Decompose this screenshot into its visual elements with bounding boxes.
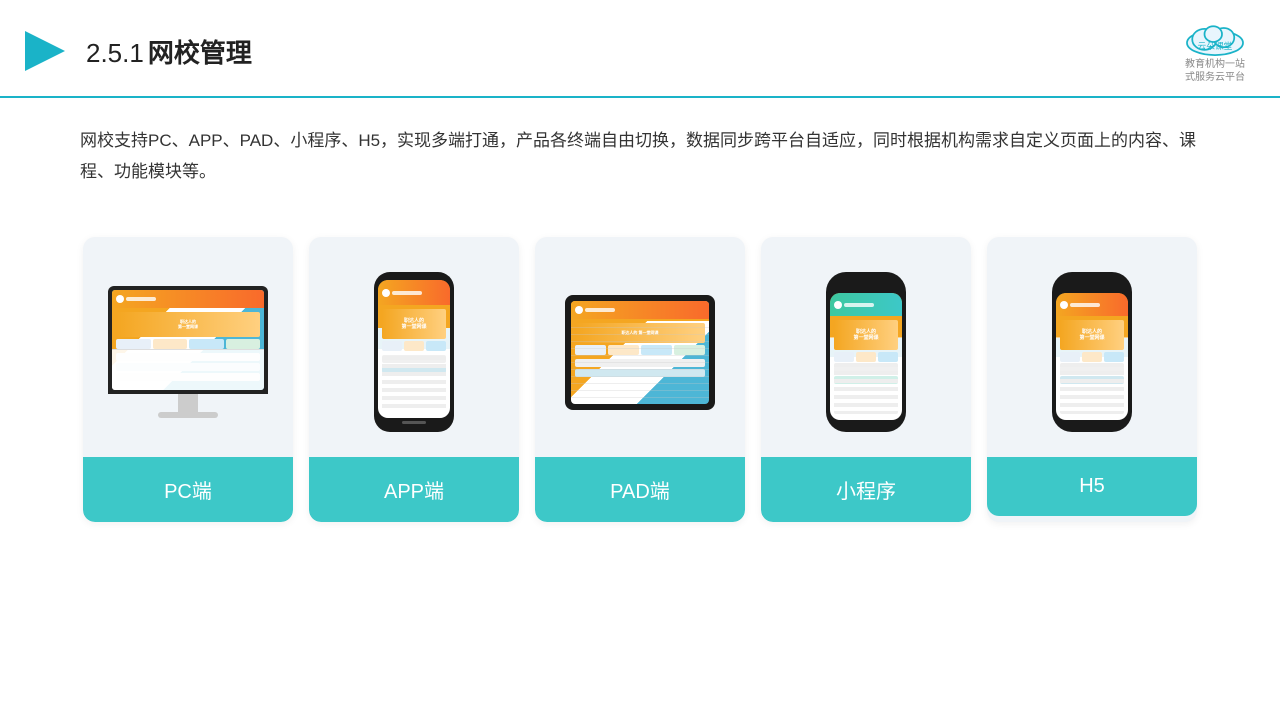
brand-logo: 云朵课堂 教育机构一站 式服务云平台: [1180, 18, 1250, 84]
page-title: 2.5.1网校管理: [86, 33, 252, 70]
header-left: 2.5.1网校管理: [20, 26, 252, 76]
logo-icon: [20, 26, 70, 76]
card-app-label: APP端: [309, 457, 519, 522]
card-h5-image: 职达人的第一堂网课: [987, 237, 1197, 457]
h5-phone-icon: 职达人的第一堂网课: [1052, 272, 1132, 432]
pc-monitor-icon: 职达人的第一堂网课: [108, 286, 268, 418]
card-miniapp-image: 职达人的第一堂网课: [761, 237, 971, 457]
card-h5: 职达人的第一堂网课: [987, 237, 1197, 522]
card-pad-label: PAD端: [535, 457, 745, 522]
card-app: 职达人的第一堂网课: [309, 237, 519, 522]
cloud-icon: 云朵课堂: [1180, 18, 1250, 58]
app-phone-icon: 职达人的第一堂网课: [374, 272, 454, 432]
description: 网校支持PC、APP、PAD、小程序、H5，实现多端打通，产品各终端自由切换，数…: [0, 98, 1280, 197]
card-h5-label: H5: [987, 457, 1197, 516]
card-pc: 职达人的第一堂网课: [83, 237, 293, 522]
description-text: 网校支持PC、APP、PAD、小程序、H5，实现多端打通，产品各终端自由切换，数…: [80, 126, 1200, 187]
cards-container: 职达人的第一堂网课: [0, 207, 1280, 542]
header: 2.5.1网校管理 云朵课堂 教育机构一站 式服务云平台: [0, 0, 1280, 98]
pad-tablet-icon: 职达人的 第一堂网课: [565, 295, 715, 410]
card-pad-image: 职达人的 第一堂网课: [535, 237, 745, 457]
card-miniapp: 职达人的第一堂网课: [761, 237, 971, 522]
brand-tagline: 教育机构一站 式服务云平台: [1185, 58, 1245, 84]
card-pad: 职达人的 第一堂网课: [535, 237, 745, 522]
card-app-image: 职达人的第一堂网课: [309, 237, 519, 457]
card-pc-label: PC端: [83, 457, 293, 522]
card-miniapp-label: 小程序: [761, 457, 971, 522]
card-pc-image: 职达人的第一堂网课: [83, 237, 293, 457]
svg-text:云朵课堂: 云朵课堂: [1198, 40, 1233, 51]
miniapp-phone-icon: 职达人的第一堂网课: [826, 272, 906, 432]
